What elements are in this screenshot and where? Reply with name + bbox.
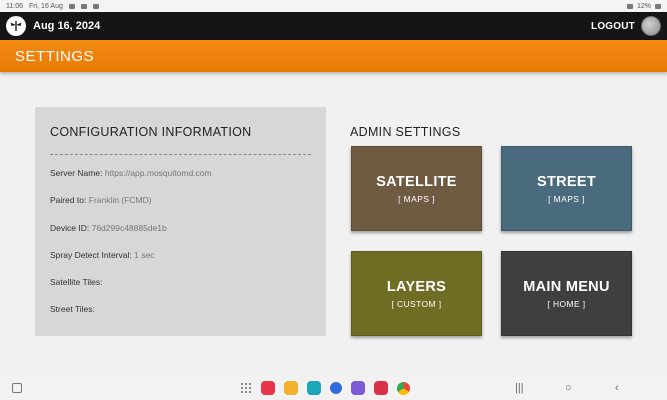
mosquito-logo-icon[interactable] — [6, 16, 26, 36]
cloud-notification-icon — [80, 3, 87, 9]
tile-label: SATELLITE — [376, 173, 457, 190]
avatar[interactable] — [641, 16, 661, 36]
mail-notification-icon — [92, 3, 99, 9]
satellite-maps-button[interactable]: SATELLITE [ MAPS ] — [351, 146, 482, 231]
layers-custom-button[interactable]: LAYERS [ CUSTOM ] — [351, 251, 482, 336]
status-date: Fri, 16 Aug — [29, 2, 63, 10]
config-value: Franklin (FCMD) — [88, 195, 152, 206]
screen-recorder-icon[interactable] — [374, 381, 388, 395]
red-app-icon[interactable] — [261, 381, 275, 395]
page-header: SETTINGS — [0, 40, 667, 72]
app-date: Aug 16, 2024 — [33, 20, 101, 32]
status-time: 11:06 — [6, 2, 23, 10]
config-row-device-id: Device ID: 76d299c48885de1b — [50, 222, 311, 249]
battery-percent: 12% — [636, 2, 651, 10]
teal-app-icon[interactable] — [307, 381, 321, 395]
back-nav-icon[interactable]: ‹ — [615, 382, 619, 394]
app-dock — [240, 381, 410, 395]
config-row-server: Server Name: https://app.mosquitomd.com — [50, 167, 311, 194]
recents-nav-icon[interactable]: ||| — [515, 382, 524, 394]
screenshot-icon[interactable] — [12, 383, 22, 393]
config-value: 76d299c48885de1b — [91, 222, 167, 233]
tile-sublabel: [ MAPS ] — [548, 193, 585, 204]
street-maps-button[interactable]: STREET [ MAPS ] — [501, 146, 632, 231]
messages-icon[interactable] — [330, 382, 342, 394]
taskbar: ||| ○ ‹ — [0, 377, 667, 400]
config-key: Satellite Tiles: — [50, 277, 103, 288]
files-icon[interactable] — [284, 381, 298, 395]
config-key: Device ID: — [50, 222, 90, 233]
home-nav-icon[interactable]: ○ — [565, 382, 572, 394]
tile-sublabel: [ CUSTOM ] — [391, 298, 442, 309]
app-bar: Aug 16, 2024 LOGOUT — [0, 12, 667, 40]
config-value: 1 sec — [134, 249, 155, 260]
dashed-divider — [50, 154, 311, 155]
main-menu-button[interactable]: MAIN MENU [ HOME ] — [501, 251, 632, 336]
gallery-notification-icon — [68, 3, 75, 9]
battery-icon — [655, 3, 661, 9]
config-key: Street Tiles: — [50, 304, 95, 315]
tile-label: MAIN MENU — [523, 278, 610, 295]
config-row-spray-interval: Spray Detect Interval: 1 sec — [50, 249, 311, 276]
admin-settings-title: ADMIN SETTINGS — [350, 125, 461, 139]
tile-label: STREET — [537, 173, 596, 190]
configuration-panel: CONFIGURATION INFORMATION Server Name: h… — [35, 107, 326, 336]
config-value: https://app.mosquitomd.com — [104, 168, 212, 178]
app-drawer-icon[interactable] — [240, 382, 252, 394]
config-key: Paired to: — [50, 195, 87, 206]
purple-app-icon[interactable] — [351, 381, 365, 395]
tile-sublabel: [ MAPS ] — [398, 193, 435, 204]
logout-button[interactable]: LOGOUT — [591, 21, 635, 32]
tile-label: LAYERS — [386, 278, 447, 295]
status-bar: 11:06 Fri, 16 Aug 12% — [0, 0, 667, 12]
config-row-satellite-tiles: Satellite Tiles: — [50, 276, 311, 303]
config-row-street-tiles: Street Tiles: — [50, 303, 311, 330]
page-title: SETTINGS — [15, 47, 95, 65]
chrome-icon[interactable] — [397, 381, 410, 395]
tile-sublabel: [ HOME ] — [547, 298, 586, 309]
wifi-icon — [626, 3, 633, 9]
config-row-paired: Paired to: Franklin (FCMD) — [50, 194, 311, 221]
config-key: Spray Detect Interval: — [50, 249, 132, 260]
configuration-title: CONFIGURATION INFORMATION — [50, 125, 252, 139]
config-key: Server Name: — [50, 168, 103, 178]
